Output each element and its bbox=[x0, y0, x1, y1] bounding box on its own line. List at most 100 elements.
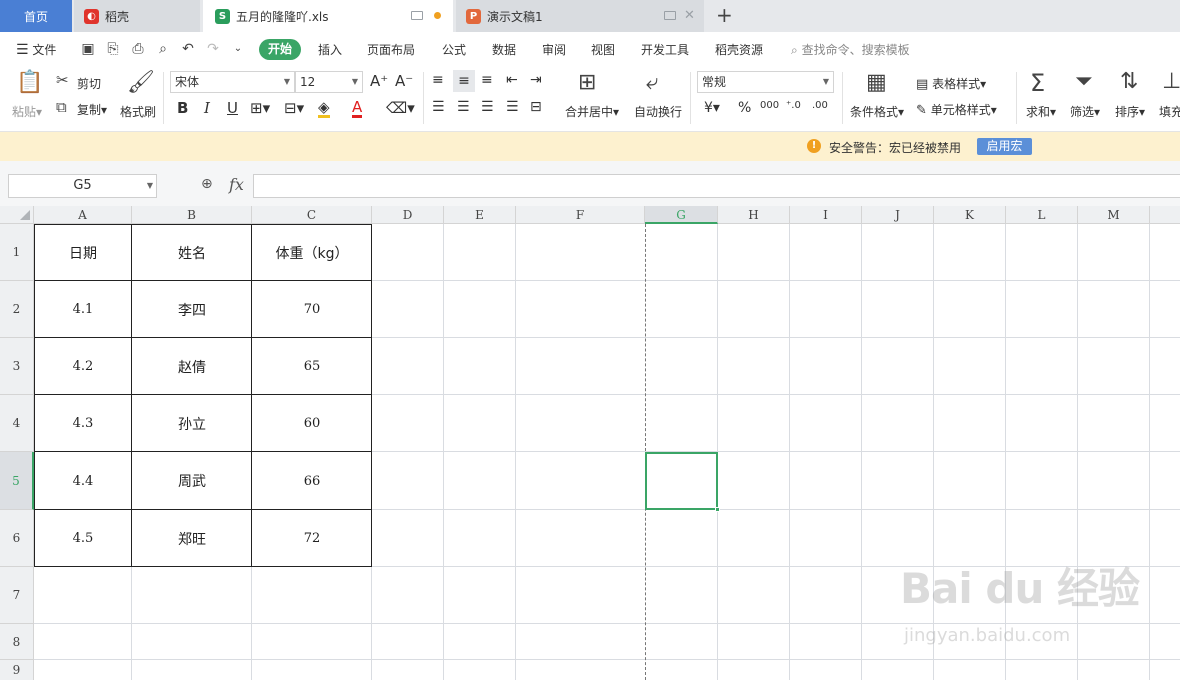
cell-c6[interactable]: 72 bbox=[252, 510, 372, 567]
redo-icon[interactable]: ↷ bbox=[205, 41, 221, 57]
cut-button[interactable]: 剪切 bbox=[77, 75, 101, 92]
cell-a1[interactable]: 日期 bbox=[34, 224, 132, 281]
menu-review[interactable]: 审阅 bbox=[542, 41, 566, 58]
align-middle-icon[interactable]: ≡ bbox=[453, 70, 475, 92]
thousands-icon[interactable]: 000 bbox=[760, 100, 779, 111]
save-icon[interactable]: ▣ bbox=[80, 41, 96, 57]
conditional-format-button[interactable]: 条件格式▾ bbox=[850, 103, 904, 120]
cell-b1[interactable]: 姓名 bbox=[132, 224, 252, 281]
fill-pattern-icon[interactable]: ⊟▾ bbox=[284, 99, 304, 117]
cell-a4[interactable]: 4.3 bbox=[34, 395, 132, 452]
cell-a2[interactable]: 4.1 bbox=[34, 281, 132, 338]
menu-daoke-resources[interactable]: 稻壳资源 bbox=[715, 41, 763, 58]
menu-developer[interactable]: 开发工具 bbox=[641, 41, 689, 58]
command-search[interactable]: ⌕ 查找命令、搜索模板 bbox=[791, 41, 910, 58]
print-preview-icon[interactable]: ⌕ bbox=[155, 41, 171, 57]
name-box[interactable]: G5 ▼ bbox=[8, 174, 157, 198]
paste-button[interactable]: 粘贴▾ bbox=[12, 103, 42, 120]
paste-icon[interactable]: 📋 bbox=[16, 70, 43, 96]
select-all-corner[interactable] bbox=[0, 206, 34, 224]
column-header-m[interactable]: M bbox=[1078, 206, 1150, 224]
cell-a6[interactable]: 4.5 bbox=[34, 510, 132, 567]
align-left-icon[interactable]: ☰ bbox=[432, 99, 445, 115]
enable-macro-button[interactable]: 启用宏 bbox=[977, 138, 1032, 155]
decrease-indent-icon[interactable]: ⇤ bbox=[506, 72, 518, 88]
decrease-decimal-icon[interactable]: .00 bbox=[812, 100, 828, 111]
wrap-text-button[interactable]: 自动换行 bbox=[634, 103, 682, 120]
quick-access-more-icon[interactable]: ⌄ bbox=[230, 41, 246, 57]
close-icon[interactable]: ✕ bbox=[684, 8, 695, 23]
cell-b3[interactable]: 赵倩 bbox=[132, 338, 252, 395]
add-tab-icon[interactable]: + bbox=[716, 4, 733, 26]
percent-icon[interactable]: % bbox=[738, 100, 751, 116]
row-header-4[interactable]: 4 bbox=[0, 395, 34, 452]
italic-icon[interactable]: I bbox=[204, 99, 210, 117]
menu-view[interactable]: 视图 bbox=[591, 41, 615, 58]
currency-icon[interactable]: ¥▾ bbox=[704, 100, 720, 116]
bold-icon[interactable]: B bbox=[177, 99, 188, 117]
column-header-e[interactable]: E bbox=[444, 206, 516, 224]
cell-c2[interactable]: 70 bbox=[252, 281, 372, 338]
border-icon[interactable]: ⊞▾ bbox=[250, 99, 270, 117]
sort-button[interactable]: 排序▾ bbox=[1115, 103, 1145, 120]
column-header-j[interactable]: J bbox=[862, 206, 934, 224]
font-color-icon[interactable]: A bbox=[352, 99, 363, 118]
cell-c5[interactable]: 66 bbox=[252, 452, 372, 510]
table-style-button[interactable]: ▤ 表格样式▾ bbox=[916, 75, 986, 92]
column-header-c[interactable]: C bbox=[252, 206, 372, 224]
row-header-6[interactable]: 6 bbox=[0, 510, 34, 567]
increase-indent-icon[interactable]: ⇥ bbox=[530, 72, 542, 88]
row-header-7[interactable]: 7 bbox=[0, 567, 34, 624]
copy-button[interactable]: 复制▾ bbox=[77, 101, 107, 118]
cell-b6[interactable]: 郑旺 bbox=[132, 510, 252, 567]
increase-font-icon[interactable]: A⁺ bbox=[370, 72, 388, 90]
font-name-select[interactable]: 宋体 ▼ bbox=[170, 71, 295, 93]
menu-data[interactable]: 数据 bbox=[492, 41, 516, 58]
cell-c4[interactable]: 60 bbox=[252, 395, 372, 452]
menu-start[interactable]: 开始 bbox=[259, 39, 301, 60]
fill-button[interactable]: 填充 bbox=[1159, 103, 1180, 120]
cell-b4[interactable]: 孙立 bbox=[132, 395, 252, 452]
tab-presentation[interactable]: P 演示文稿1 ✕ bbox=[456, 0, 704, 32]
monitor-icon[interactable] bbox=[664, 11, 676, 20]
formula-input[interactable] bbox=[253, 174, 1180, 198]
merge-center-button[interactable]: 合并居中▾ bbox=[565, 103, 619, 120]
cell-a5[interactable]: 4.4 bbox=[34, 452, 132, 510]
cell-style-button[interactable]: ✎ 单元格样式▾ bbox=[916, 101, 997, 118]
cell-b5[interactable]: 周武 bbox=[132, 452, 252, 510]
number-format-select[interactable]: 常规 ▼ bbox=[697, 71, 834, 93]
align-center-icon[interactable]: ☰ bbox=[457, 99, 470, 115]
tab-spreadsheet[interactable]: S 五月的隆隆吖.xls bbox=[203, 0, 453, 32]
row-header-8[interactable]: 8 bbox=[0, 624, 34, 660]
format-painter-button[interactable]: 格式刷 bbox=[120, 103, 156, 120]
fill-color-icon[interactable]: ◈ bbox=[318, 99, 330, 118]
zoom-icon[interactable]: ⊕ bbox=[201, 176, 219, 194]
active-cell-g5[interactable] bbox=[645, 452, 720, 512]
column-header-b[interactable]: B bbox=[132, 206, 252, 224]
column-header-a[interactable]: A bbox=[34, 206, 132, 224]
fill-handle[interactable] bbox=[715, 507, 720, 512]
monitor-icon[interactable] bbox=[411, 11, 423, 20]
fx-icon[interactable]: fx bbox=[229, 175, 244, 194]
cell-b2[interactable]: 李四 bbox=[132, 281, 252, 338]
column-header-g[interactable]: G bbox=[645, 206, 718, 224]
font-size-select[interactable]: 12 ▼ bbox=[295, 71, 363, 93]
row-header-2[interactable]: 2 bbox=[0, 281, 34, 338]
increase-decimal-icon[interactable]: ⁺.0 bbox=[786, 100, 801, 111]
menu-page-layout[interactable]: 页面布局 bbox=[367, 41, 415, 58]
dropdown-arrow-icon[interactable]: ▼ bbox=[147, 175, 153, 197]
menu-formula[interactable]: 公式 bbox=[442, 41, 466, 58]
row-header-3[interactable]: 3 bbox=[0, 338, 34, 395]
undo-icon[interactable]: ↶ bbox=[180, 41, 196, 57]
column-header-f[interactable]: F bbox=[516, 206, 645, 224]
tab-home[interactable]: 首页 bbox=[0, 0, 72, 32]
underline-icon[interactable]: U bbox=[227, 99, 238, 117]
column-header-i[interactable]: I bbox=[790, 206, 862, 224]
filter-button[interactable]: 筛选▾ bbox=[1070, 103, 1100, 120]
cell-c1[interactable]: 体重（kg） bbox=[252, 224, 372, 281]
row-header-9[interactable]: 9 bbox=[0, 660, 34, 680]
justify-icon[interactable]: ☰ bbox=[506, 99, 519, 115]
row-header-1[interactable]: 1 bbox=[0, 224, 34, 281]
tab-daoke[interactable]: ◐ 稻壳 bbox=[74, 0, 200, 32]
file-menu[interactable]: ☰ 文件 bbox=[16, 41, 56, 58]
